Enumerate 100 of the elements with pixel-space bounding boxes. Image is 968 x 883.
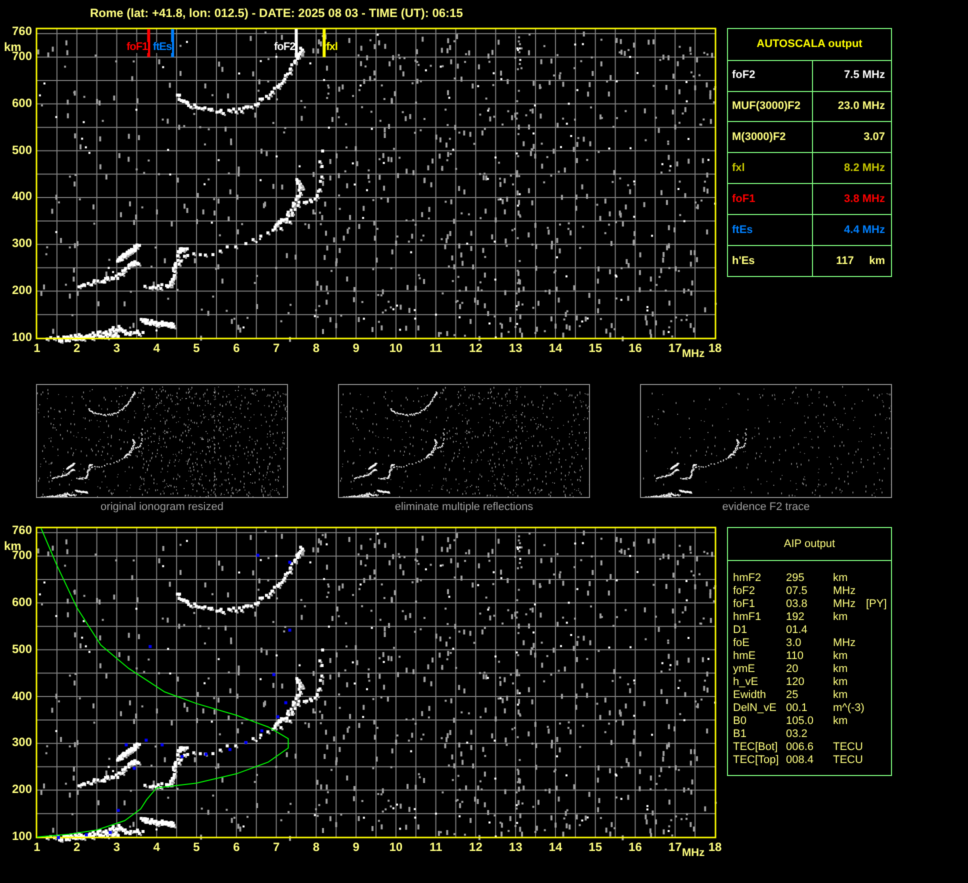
x-tick-label: 18 — [708, 342, 722, 354]
x-tick-label: 9 — [352, 841, 360, 853]
thumbnail-caption: original ionogram resized — [100, 502, 224, 513]
parameter-name: hmF2 — [733, 573, 762, 584]
parameter-unit: km — [833, 690, 849, 701]
y-tick-label: 760 — [10, 24, 32, 37]
parameter-unit: m^(-3) — [833, 703, 866, 714]
parameter-unit: MHz — [833, 599, 857, 610]
parameter-value: 117 km — [836, 254, 885, 269]
parameter-value: 008.4 — [786, 755, 815, 766]
x-tick-label: 7 — [272, 342, 280, 354]
y-tick-label: 500 — [10, 642, 32, 655]
parameter-value: 23.0 MHz — [838, 99, 885, 114]
ionogram-title: Rome (lat: +41.8, lon: 012.5) - DATE: 2025 08 03 - TIME (UT): 06:15 — [90, 6, 463, 20]
x-tick-label: 4 — [153, 841, 160, 853]
parameter-unit: km — [833, 664, 849, 675]
x-tick-label: 14 — [548, 841, 562, 853]
x-tick-label: 9 — [352, 342, 360, 354]
parameter-unit: MHz — [833, 638, 857, 649]
x-tick-label: 5 — [193, 841, 200, 853]
y-tick-label: 700 — [12, 549, 32, 562]
parameter-value: 105.0 — [786, 716, 815, 727]
y-tick-label: 200 — [10, 783, 32, 796]
parameter-name: foF2 — [733, 586, 756, 597]
flag-label: [PY] — [866, 599, 887, 610]
parameter-name: foF2 — [732, 68, 756, 84]
parameter-unit: km — [833, 573, 849, 584]
x-tick-label: 1 — [34, 342, 40, 354]
x-tick-label: 8 — [312, 841, 320, 853]
marker-label: foF1 — [126, 42, 148, 53]
parameter-value: 07.5 — [786, 586, 808, 597]
parameter-value: 03.8 — [786, 599, 808, 610]
parameter-value: 8.2 MHz — [844, 161, 885, 176]
x-tick-label: 10 — [389, 841, 403, 853]
x-tick-label: 16 — [628, 342, 642, 354]
x-tick-label: 5 — [193, 342, 200, 354]
x-tick-label: 15 — [588, 342, 602, 354]
x-tick-label: 12 — [469, 342, 482, 354]
parameter-name: B1 — [733, 729, 748, 740]
x-tick-label: 10 — [389, 342, 403, 354]
parameter-name: h'Es — [732, 254, 755, 269]
x-tick-label: 16 — [628, 841, 642, 853]
x-tick-label: 4 — [153, 342, 160, 354]
parameter-unit: MHz — [833, 586, 857, 597]
parameter-name: Ewidth — [733, 690, 768, 701]
x-tick-label: 13 — [508, 841, 522, 853]
table-title: AIP output — [784, 536, 836, 552]
parameter-value: 3.0 — [786, 638, 802, 649]
x-tick-label: 6 — [233, 841, 240, 853]
thumbnail-caption: evidence F2 trace — [722, 502, 810, 513]
parameter-name: ymE — [733, 664, 756, 675]
parameter-name: M(3000)F2 — [732, 130, 786, 146]
parameter-name: D1 — [733, 625, 748, 636]
y-tick-label: 500 — [10, 144, 32, 156]
y-tick-label: 200 — [10, 284, 32, 296]
x-tick-label: 11 — [429, 841, 442, 853]
y-tick-label: 400 — [10, 190, 32, 202]
parameter-value: 192 — [786, 612, 806, 623]
parameter-name: hmE — [733, 651, 757, 662]
x-tick-label: 17 — [668, 342, 682, 354]
x-tick-label: 3 — [113, 342, 120, 354]
parameter-unit: km — [833, 651, 849, 662]
x-tick-label: 1 — [34, 841, 40, 853]
parameter-value: 25 — [786, 690, 800, 701]
parameter-name: B0 — [733, 716, 748, 727]
x-tick-label: 8 — [312, 342, 320, 354]
y-tick-label: 400 — [10, 690, 32, 702]
parameter-value: 3.8 MHz — [844, 192, 885, 207]
parameter-unit: TECU — [833, 742, 864, 753]
x-tick-label: 2 — [74, 841, 80, 853]
y-tick-label: 600 — [10, 96, 32, 109]
parameter-value: 01.4 — [786, 625, 808, 636]
parameter-unit: km — [833, 716, 849, 727]
parameter-name: TEC[Bot] — [733, 742, 779, 753]
parameter-name: DelN_vE — [733, 703, 778, 714]
parameter-name: h_vE — [733, 677, 760, 688]
marker-label: fxl — [326, 42, 338, 53]
parameter-value: 4.4 MHz — [844, 222, 885, 238]
y-tick-label: 600 — [10, 596, 32, 608]
x-unit-label: MHz — [682, 848, 705, 859]
parameter-name: fxl — [732, 161, 745, 176]
x-tick-label: 15 — [588, 841, 602, 853]
y-tick-label: 760 — [10, 524, 32, 536]
parameter-name: foF1 — [733, 599, 756, 610]
x-tick-label: 7 — [272, 841, 280, 853]
table-title: AUTOSCALA output — [756, 37, 862, 52]
parameter-value: 03.2 — [786, 729, 808, 740]
x-tick-label: 17 — [668, 841, 682, 853]
parameter-unit: TECU — [833, 755, 864, 766]
marker-label: ftEs — [152, 42, 172, 53]
x-tick-label: 18 — [708, 841, 722, 853]
marker-label: foF2 — [274, 42, 296, 53]
parameter-value: 110 — [786, 651, 805, 662]
parameter-value: 7.5 MHz — [844, 68, 885, 84]
x-tick-label: 2 — [74, 342, 80, 354]
parameter-value: 006.6 — [786, 742, 815, 753]
parameter-value: 00.1 — [786, 703, 808, 714]
parameter-name: MUF(3000)F2 — [732, 99, 800, 114]
y-tick-label: 300 — [10, 736, 32, 748]
parameter-name: foF1 — [732, 192, 756, 207]
